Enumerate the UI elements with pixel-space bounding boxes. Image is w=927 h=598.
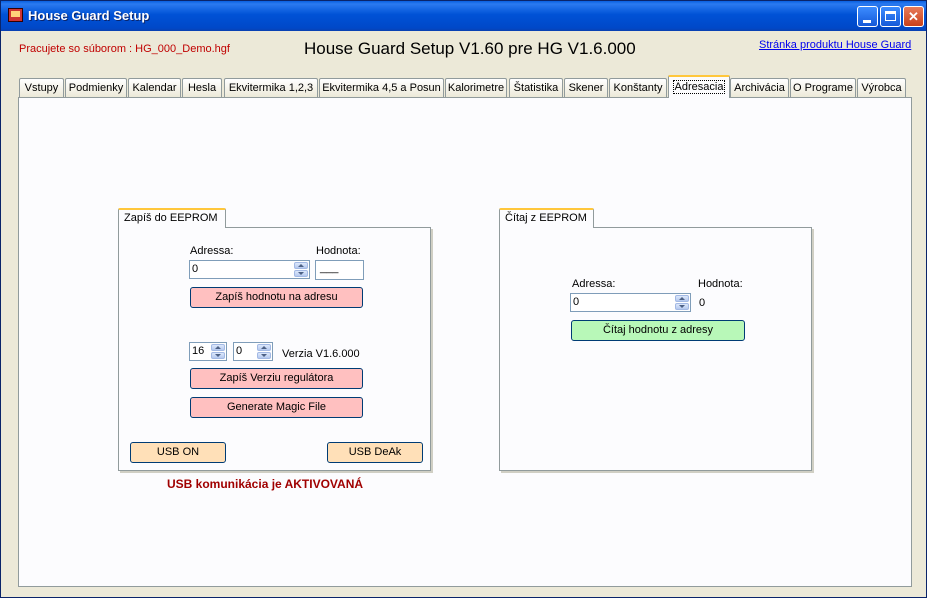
write-version-button[interactable]: Zapíš Verziu regulátora [190,368,363,389]
tab-adresacia-label: Adresacia [672,80,726,94]
spin-up-icon[interactable] [257,344,271,351]
write-address-label: Adressa: [190,245,234,257]
tab-skener[interactable]: Skener [564,78,608,97]
spin-down-icon[interactable] [675,303,689,310]
usb-deak-button[interactable]: USB DeAk [327,442,423,463]
tab-kalendar[interactable]: Kalendar [128,78,181,97]
spin-down-icon[interactable] [294,270,308,277]
write-group-title: Zapíš do EEPROM [118,208,226,228]
read-eeprom-group: Adressa: Hodnota: 0 0 Čítaj hodnotu z ad… [499,227,812,471]
title-bar[interactable]: House Guard Setup ✕ [1,1,926,31]
usb-status-text: USB komunikácia je AKTIVOVANÁ [167,477,364,491]
read-value-output: 0 [699,297,706,309]
maximize-icon [885,11,896,21]
minimize-button[interactable] [857,6,878,27]
version-minor-value: 0 [236,345,243,357]
write-value-input[interactable]: ___ [315,260,364,280]
read-value-label: Hodnota: [698,278,743,290]
spin-up-icon[interactable] [294,262,308,269]
tab-podmienky[interactable]: Podmienky [65,78,127,97]
maximize-button[interactable] [880,6,901,27]
read-group-title: Čítaj z EEPROM [499,208,594,228]
version-major-value: 16 [192,345,205,357]
tab-ekvitermika-45-posun[interactable]: Ekvitermika 4,5 a Posun [319,78,444,97]
product-page-link[interactable]: Stránka produktu House Guard [759,39,911,51]
close-icon: ✕ [908,9,919,24]
spin-down-icon[interactable] [257,352,271,359]
tab-adresacia[interactable]: Adresacia [668,75,730,98]
minimize-icon [863,20,871,23]
app-icon[interactable] [8,8,23,22]
version-minor-spinner[interactable] [257,344,271,359]
write-eeprom-group: Adressa: Hodnota: 0 ___ Zapíš hodnotu na… [118,227,431,471]
read-value-button[interactable]: Čítaj hodnotu z adresy [571,320,745,341]
spin-down-icon[interactable] [211,352,225,359]
version-major-spinner[interactable] [211,344,225,359]
tab-o-programe[interactable]: O Programe [790,78,856,97]
read-address-label: Adressa: [572,278,616,290]
tab-ekvitermika-123[interactable]: Ekvitermika 1,2,3 [224,78,318,97]
spin-up-icon[interactable] [211,344,225,351]
tab-vyrobca[interactable]: Výrobca [857,78,906,97]
tab-hesla[interactable]: Hesla [182,78,222,97]
version-label: Verzia V1.6.000 [282,348,360,360]
write-address-spinner[interactable] [294,262,308,277]
read-address-spinner[interactable] [675,295,689,310]
read-address-input[interactable]: 0 [570,293,691,312]
read-address-value: 0 [573,296,580,308]
tab-archivacia[interactable]: Archivácia [730,78,789,97]
write-address-input[interactable]: 0 [189,260,310,279]
close-button[interactable]: ✕ [903,6,924,27]
write-value-button[interactable]: Zapíš hodnotu na adresu [190,287,363,308]
generate-magic-file-button[interactable]: Generate Magic File [190,397,363,418]
page-title: House Guard Setup V1.60 pre HG V1.6.000 [304,39,636,58]
usb-on-button[interactable]: USB ON [130,442,226,463]
spin-up-icon[interactable] [675,295,689,302]
tab-konstanty[interactable]: Konštanty [609,78,667,97]
write-value-label: Hodnota: [316,245,361,257]
version-major-input[interactable]: 16 [189,342,227,361]
tab-vstupy[interactable]: Vstupy [19,78,64,97]
tab-statistika[interactable]: Štatistika [509,78,563,97]
write-address-value: 0 [192,263,199,275]
tab-kalorimetre[interactable]: Kalorimetre [445,78,507,97]
window-title: House Guard Setup [28,8,150,23]
current-file-label: Pracujete so súborom : HG_000_Demo.hgf [19,43,230,55]
version-minor-input[interactable]: 0 [233,342,273,361]
main-window: House Guard Setup ✕ Pracujete so súborom… [0,0,927,598]
